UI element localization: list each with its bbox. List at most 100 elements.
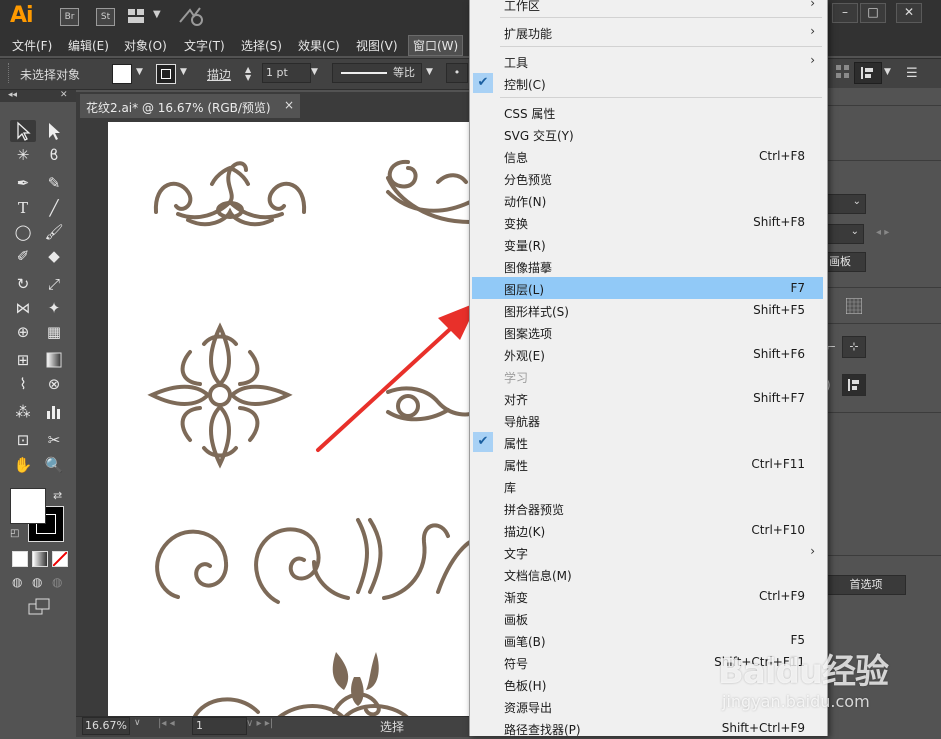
paintbrush-tool-icon[interactable]: 🖌: [41, 221, 67, 243]
align-panel-button[interactable]: [854, 62, 882, 84]
eraser-tool-icon[interactable]: ◆: [41, 245, 67, 267]
chevron-down-icon[interactable]: ▼: [180, 67, 187, 77]
direct-selection-tool-icon[interactable]: [41, 120, 67, 142]
blend-tool-icon[interactable]: ⊗: [41, 373, 67, 395]
workspace-layout-icon[interactable]: [128, 9, 144, 23]
draw-behind-icon[interactable]: ◍: [32, 575, 42, 589]
menu-item-appearance[interactable]: 外观(E) Shift+F6: [470, 343, 825, 365]
menu-item-pattern-options[interactable]: 图案选项: [470, 321, 825, 343]
swap-colors-icon[interactable]: ⇄: [53, 489, 62, 502]
chevron-down-icon[interactable]: ▼: [884, 67, 891, 77]
fill-color-box[interactable]: [10, 488, 46, 524]
default-colors-icon[interactable]: ◰: [10, 528, 19, 539]
mesh-tool-icon[interactable]: ⊞: [10, 349, 36, 371]
zoom-field[interactable]: 16.67%: [82, 717, 130, 735]
selection-tool-icon[interactable]: [10, 120, 36, 142]
prev-next-artboard-icon[interactable]: ◂ ▸: [876, 227, 889, 238]
puppet-warp-tool-icon[interactable]: ✦: [41, 297, 67, 319]
menu-effect[interactable]: 效果(C): [294, 36, 344, 55]
menu-object[interactable]: 对象(O): [120, 36, 171, 55]
eyedropper-tool-icon[interactable]: ⌇: [10, 373, 36, 395]
type-tool-icon[interactable]: T: [10, 197, 36, 219]
shape-builder-tool-icon[interactable]: ⊕: [10, 321, 36, 343]
menu-item-properties-checked[interactable]: ✔ 属性: [470, 431, 825, 453]
stroke-profile-dropdown[interactable]: 等比: [332, 63, 422, 83]
menu-item-tools[interactable]: 工具 ›: [470, 50, 825, 72]
transparency-grid-icon[interactable]: [845, 297, 863, 317]
artboard-button[interactable]: 画板: [826, 252, 866, 272]
menu-item-layers[interactable]: 图层(L) F7: [472, 277, 823, 299]
first-artboard-icon[interactable]: |◂ ◂: [158, 718, 175, 729]
gradient-mode-button[interactable]: [32, 551, 48, 567]
menu-item-control[interactable]: ✔ 控制(C): [470, 72, 825, 94]
align-panel-toggle[interactable]: [842, 374, 866, 396]
perspective-grid-tool-icon[interactable]: ▦: [41, 321, 67, 343]
menu-item-libraries[interactable]: 库: [470, 475, 825, 497]
menu-item-graphic-styles[interactable]: 图形样式(S) Shift+F5: [470, 299, 825, 321]
chevron-down-icon[interactable]: ▼: [426, 67, 433, 77]
stroke-weight-input[interactable]: 1 pt: [262, 63, 311, 83]
menu-item-extensions[interactable]: 扩展功能 ›: [470, 21, 825, 43]
menu-item-artboards[interactable]: 画板: [470, 607, 825, 629]
screen-mode-icon[interactable]: [28, 598, 52, 619]
stock-icon[interactable]: St: [96, 8, 115, 26]
maximize-button[interactable]: □: [860, 3, 886, 23]
menu-item-document-info[interactable]: 文档信息(M): [470, 563, 825, 585]
menu-item-variables[interactable]: 变量(R): [470, 233, 825, 255]
gradient-tool-icon[interactable]: [41, 349, 67, 371]
ellipse-tool-icon[interactable]: ◯: [10, 221, 36, 243]
chevron-down-icon[interactable]: ▼: [311, 67, 318, 77]
stroke-stepper[interactable]: ▲ ▼: [245, 66, 251, 82]
menu-window[interactable]: 窗口(W): [408, 35, 464, 56]
stroke-swatch[interactable]: [156, 64, 176, 84]
transform-icon[interactable]: [836, 65, 850, 82]
menu-item-separations-preview[interactable]: 分色预览: [470, 167, 825, 189]
menu-item-actions[interactable]: 动作(N): [470, 189, 825, 211]
draw-normal-icon[interactable]: ◍: [12, 575, 22, 589]
brush-dropdown[interactable]: •: [446, 63, 468, 83]
menu-item-attributes[interactable]: 属性 Ctrl+F11: [470, 453, 825, 475]
menu-item-gradient[interactable]: 渐变 Ctrl+F9: [470, 585, 825, 607]
menu-item-workspace[interactable]: 工作区 ›: [470, 0, 825, 15]
stroke-label[interactable]: 描边: [207, 66, 231, 83]
chevron-down-icon[interactable]: ▼: [153, 9, 161, 20]
artboard-number-field[interactable]: 1: [192, 717, 247, 735]
lasso-tool-icon[interactable]: ϐ: [41, 144, 67, 166]
slice-tool-icon[interactable]: ✂: [41, 429, 67, 451]
pen-tool-icon[interactable]: ✒: [10, 172, 36, 194]
close-tab-icon[interactable]: ×: [284, 98, 294, 112]
draw-inside-icon[interactable]: ◍: [52, 575, 62, 589]
color-mode-button[interactable]: [12, 551, 28, 567]
none-mode-button[interactable]: [52, 551, 68, 567]
bridge-icon[interactable]: Br: [60, 8, 79, 26]
close-window-button[interactable]: ✕: [896, 3, 922, 23]
zoom-tool-icon[interactable]: 🔍: [41, 454, 67, 476]
snap-to-pixel-button[interactable]: ⊹: [842, 336, 866, 358]
preset-dropdown[interactable]: ⌄: [826, 194, 866, 214]
grip-handle[interactable]: [8, 63, 11, 83]
fill-swatch[interactable]: [112, 64, 132, 84]
gpu-performance-icon[interactable]: [178, 6, 204, 29]
menu-item-navigator[interactable]: 导航器: [470, 409, 825, 431]
menu-type[interactable]: 文字(T): [180, 36, 229, 55]
artboard-dropdown[interactable]: ⌄: [826, 224, 864, 244]
minimize-button[interactable]: –: [832, 3, 858, 23]
rotate-tool-icon[interactable]: ↻: [10, 273, 36, 295]
artboard-tool-icon[interactable]: ⊡: [10, 429, 36, 451]
menu-view[interactable]: 视图(V): [352, 36, 402, 55]
line-tool-icon[interactable]: ╱: [41, 197, 67, 219]
menu-edit[interactable]: 编辑(E): [64, 36, 113, 55]
menu-file[interactable]: 文件(F): [8, 36, 56, 55]
shaper-tool-icon[interactable]: ✐: [10, 245, 36, 267]
menu-item-svg-interactivity[interactable]: SVG 交互(Y): [470, 123, 825, 145]
collapse-toolbar-icon[interactable]: ◂◂: [8, 90, 17, 100]
column-graph-tool-icon[interactable]: [41, 401, 67, 423]
hand-tool-icon[interactable]: ✋: [10, 454, 36, 476]
chevron-down-icon[interactable]: ▼: [136, 67, 143, 77]
symbol-sprayer-tool-icon[interactable]: ⁂: [10, 401, 36, 423]
chevron-down-icon[interactable]: ∨: [134, 718, 141, 728]
menu-item-flattener-preview[interactable]: 拼合器预览: [470, 497, 825, 519]
menu-list-icon[interactable]: ☰: [906, 66, 918, 81]
menu-item-css-properties[interactable]: CSS 属性: [470, 101, 825, 123]
menu-item-stroke[interactable]: 描边(K) Ctrl+F10: [470, 519, 825, 541]
